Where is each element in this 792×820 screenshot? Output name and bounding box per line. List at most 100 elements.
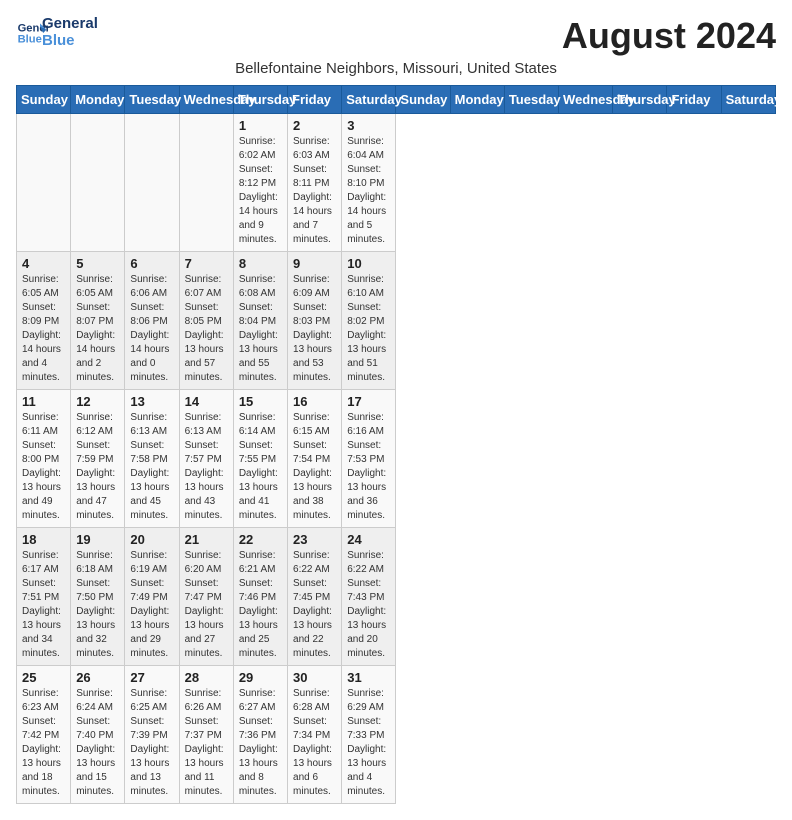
calendar-cell: 30 Sunrise: 6:28 AM Sunset: 7:34 PM Dayli… [288,665,342,803]
day-of-week-header: Sunday [17,85,71,113]
day-info: Sunrise: 6:24 AM Sunset: 7:40 PM Dayligh… [76,687,119,799]
calendar-cell: 8 Sunrise: 6:08 AM Sunset: 8:04 PM Daylig… [233,251,287,389]
day-number: 12 [76,394,119,409]
day-number: 30 [293,670,336,685]
day-number: 31 [347,670,390,685]
calendar-week-row: 1 Sunrise: 6:02 AM Sunset: 8:12 PM Daylig… [17,113,776,251]
day-info: Sunrise: 6:25 AM Sunset: 7:39 PM Dayligh… [130,687,173,799]
day-info: Sunrise: 6:22 AM Sunset: 7:43 PM Dayligh… [347,549,390,661]
day-info: Sunrise: 6:20 AM Sunset: 7:47 PM Dayligh… [185,549,228,661]
day-info: Sunrise: 6:05 AM Sunset: 8:09 PM Dayligh… [22,273,65,385]
calendar-cell: 20 Sunrise: 6:19 AM Sunset: 7:49 PM Dayli… [125,527,179,665]
day-info: Sunrise: 6:06 AM Sunset: 8:06 PM Dayligh… [130,273,173,385]
logo-line2: Blue [42,33,98,50]
day-number: 1 [239,118,282,133]
calendar-cell: 6 Sunrise: 6:06 AM Sunset: 8:06 PM Daylig… [125,251,179,389]
day-info: Sunrise: 6:13 AM Sunset: 7:58 PM Dayligh… [130,411,173,523]
calendar-cell: 17Sunrise: 6:16 AM Sunset: 7:53 PM Dayli… [342,389,396,527]
calendar-cell: 16Sunrise: 6:15 AM Sunset: 7:54 PM Dayli… [288,389,342,527]
day-info: Sunrise: 6:17 AM Sunset: 7:51 PM Dayligh… [22,549,65,661]
logo-line1: General [42,16,98,33]
calendar-cell [17,113,71,251]
day-number: 13 [130,394,173,409]
day-number: 29 [239,670,282,685]
calendar-cell: 3 Sunrise: 6:04 AM Sunset: 8:10 PM Daylig… [342,113,396,251]
day-of-week-header: Wednesday [179,85,233,113]
calendar-week-row: 18 Sunrise: 6:17 AM Sunset: 7:51 PM Dayli… [17,527,776,665]
day-number: 9 [293,256,336,271]
title-area: August 2024 [562,16,776,56]
day-info: Sunrise: 6:26 AM Sunset: 7:37 PM Dayligh… [185,687,228,799]
calendar-table: SundayMondayTuesdayWednesdayThursdayFrid… [16,85,776,804]
day-info: Sunrise: 6:23 AM Sunset: 7:42 PM Dayligh… [22,687,65,799]
day-info: Sunrise: 6:18 AM Sunset: 7:50 PM Dayligh… [76,549,119,661]
calendar-cell: 5Sunrise: 6:05 AM Sunset: 8:07 PM Daylig… [71,251,125,389]
calendar-cell [71,113,125,251]
day-info: Sunrise: 6:28 AM Sunset: 7:34 PM Dayligh… [293,687,336,799]
calendar-week-row: 25 Sunrise: 6:23 AM Sunset: 7:42 PM Dayli… [17,665,776,803]
day-of-week-header: Tuesday [504,85,558,113]
day-number: 15 [239,394,282,409]
calendar-cell: 4Sunrise: 6:05 AM Sunset: 8:09 PM Daylig… [17,251,71,389]
day-info: Sunrise: 6:08 AM Sunset: 8:04 PM Dayligh… [239,273,282,385]
day-number: 3 [347,118,390,133]
calendar-cell: 11Sunrise: 6:11 AM Sunset: 8:00 PM Dayli… [17,389,71,527]
day-info: Sunrise: 6:15 AM Sunset: 7:54 PM Dayligh… [293,411,336,523]
calendar-cell: 24Sunrise: 6:22 AM Sunset: 7:43 PM Dayli… [342,527,396,665]
svg-text:Blue: Blue [18,33,42,45]
day-number: 21 [185,532,228,547]
day-info: Sunrise: 6:09 AM Sunset: 8:03 PM Dayligh… [293,273,336,385]
day-info: Sunrise: 6:19 AM Sunset: 7:49 PM Dayligh… [130,549,173,661]
day-info: Sunrise: 6:29 AM Sunset: 7:33 PM Dayligh… [347,687,390,799]
day-info: Sunrise: 6:04 AM Sunset: 8:10 PM Dayligh… [347,135,390,247]
day-info: Sunrise: 6:10 AM Sunset: 8:02 PM Dayligh… [347,273,390,385]
main-title: August 2024 [562,16,776,56]
calendar-cell [125,113,179,251]
day-info: Sunrise: 6:13 AM Sunset: 7:57 PM Dayligh… [185,411,228,523]
subtitle: Bellefontaine Neighbors, Missouri, Unite… [16,60,776,77]
day-info: Sunrise: 6:05 AM Sunset: 8:07 PM Dayligh… [76,273,119,385]
day-of-week-header: Friday [288,85,342,113]
header: General Blue General Blue August 2024 [16,16,776,56]
day-number: 27 [130,670,173,685]
calendar-cell: 21 Sunrise: 6:20 AM Sunset: 7:47 PM Dayli… [179,527,233,665]
calendar-cell: 22Sunrise: 6:21 AM Sunset: 7:46 PM Dayli… [233,527,287,665]
day-number: 8 [239,256,282,271]
calendar-cell: 10 Sunrise: 6:10 AM Sunset: 8:02 PM Dayli… [342,251,396,389]
day-info: Sunrise: 6:11 AM Sunset: 8:00 PM Dayligh… [22,411,65,523]
day-info: Sunrise: 6:02 AM Sunset: 8:12 PM Dayligh… [239,135,282,247]
calendar-cell: 31 Sunrise: 6:29 AM Sunset: 7:33 PM Dayli… [342,665,396,803]
day-of-week-header: Saturday [342,85,396,113]
calendar-cell: 2 Sunrise: 6:03 AM Sunset: 8:11 PM Daylig… [288,113,342,251]
calendar-header-row: SundayMondayTuesdayWednesdayThursdayFrid… [17,85,776,113]
day-number: 2 [293,118,336,133]
day-info: Sunrise: 6:14 AM Sunset: 7:55 PM Dayligh… [239,411,282,523]
calendar-cell: 13 Sunrise: 6:13 AM Sunset: 7:58 PM Dayli… [125,389,179,527]
day-number: 10 [347,256,390,271]
day-number: 19 [76,532,119,547]
day-of-week-header: Sunday [396,85,450,113]
logo: General Blue General Blue [16,16,98,49]
calendar-week-row: 4Sunrise: 6:05 AM Sunset: 8:09 PM Daylig… [17,251,776,389]
day-number: 26 [76,670,119,685]
day-number: 6 [130,256,173,271]
calendar-cell: 15 Sunrise: 6:14 AM Sunset: 7:55 PM Dayli… [233,389,287,527]
calendar-cell: 27 Sunrise: 6:25 AM Sunset: 7:39 PM Dayli… [125,665,179,803]
calendar-week-row: 11Sunrise: 6:11 AM Sunset: 8:00 PM Dayli… [17,389,776,527]
day-info: Sunrise: 6:22 AM Sunset: 7:45 PM Dayligh… [293,549,336,661]
day-number: 25 [22,670,65,685]
calendar-cell: 29Sunrise: 6:27 AM Sunset: 7:36 PM Dayli… [233,665,287,803]
day-of-week-header: Wednesday [559,85,613,113]
day-info: Sunrise: 6:03 AM Sunset: 8:11 PM Dayligh… [293,135,336,247]
day-number: 18 [22,532,65,547]
calendar-cell: 23Sunrise: 6:22 AM Sunset: 7:45 PM Dayli… [288,527,342,665]
day-info: Sunrise: 6:07 AM Sunset: 8:05 PM Dayligh… [185,273,228,385]
day-info: Sunrise: 6:21 AM Sunset: 7:46 PM Dayligh… [239,549,282,661]
day-number: 20 [130,532,173,547]
calendar-cell: 18 Sunrise: 6:17 AM Sunset: 7:51 PM Dayli… [17,527,71,665]
day-of-week-header: Tuesday [125,85,179,113]
calendar-cell: 25 Sunrise: 6:23 AM Sunset: 7:42 PM Dayli… [17,665,71,803]
day-of-week-header: Monday [450,85,504,113]
calendar-cell [179,113,233,251]
day-number: 17 [347,394,390,409]
